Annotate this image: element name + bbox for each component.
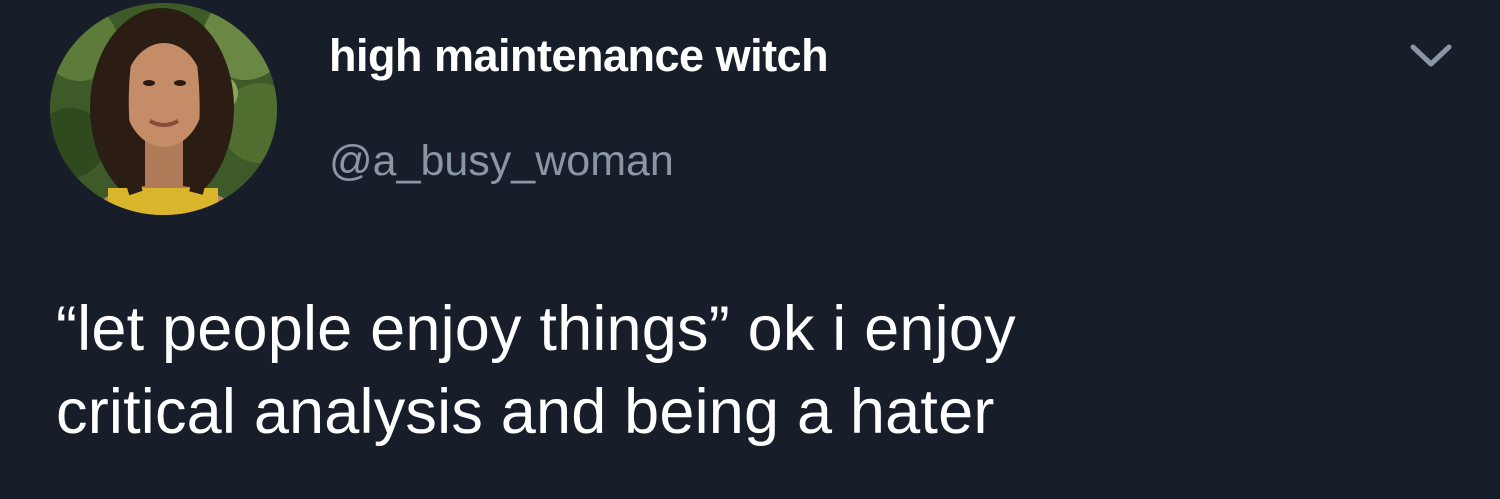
avatar-photo-icon (50, 3, 277, 215)
tweet-text: “let people enjoy things” ok i enjoy cri… (56, 288, 1476, 454)
author-handle[interactable]: @a_busy_woman (329, 137, 674, 186)
tweet-menu-button[interactable] (1405, 38, 1457, 72)
tweet-card: high maintenance witch @a_busy_woman “le… (0, 0, 1500, 499)
author-avatar[interactable] (50, 3, 277, 215)
author-display-name[interactable]: high maintenance witch (329, 30, 829, 82)
chevron-down-icon (1410, 44, 1452, 67)
tweet-text-line: “let people enjoy things” ok i enjoy (56, 294, 1016, 364)
tweet-text-line: critical analysis and being a hater (56, 377, 995, 447)
